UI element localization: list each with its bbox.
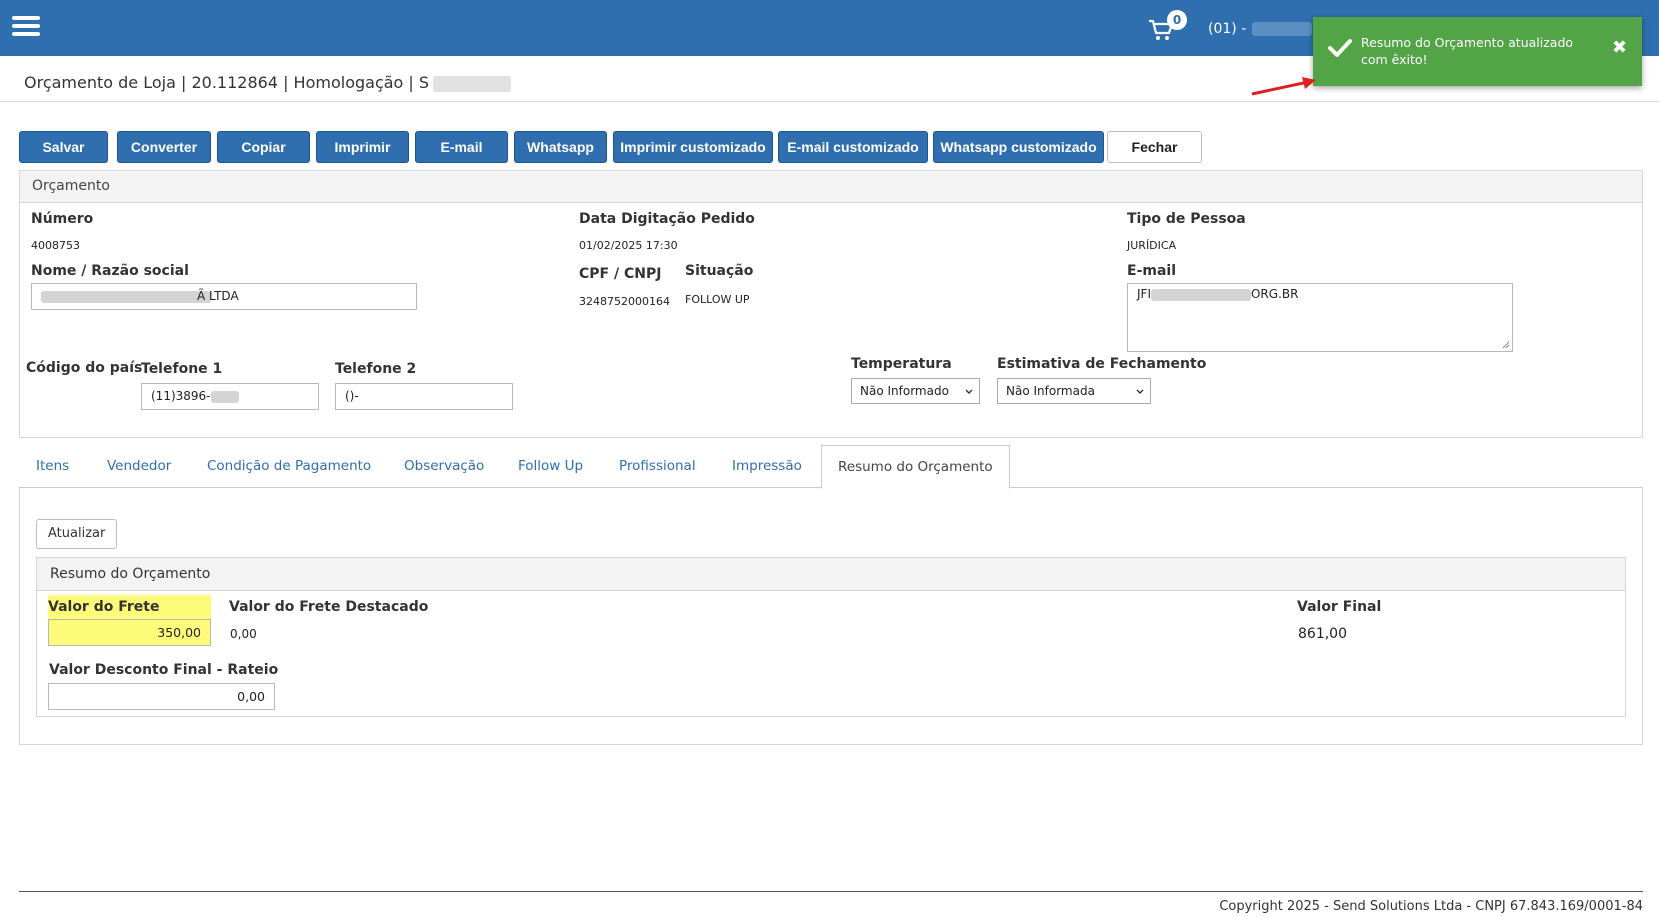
hamburger-menu-icon[interactable] [12, 16, 40, 38]
valor-desconto-input[interactable]: 0,00 [48, 683, 275, 710]
redacted-email [1150, 288, 1251, 301]
tab-impressao[interactable]: Impressão [732, 445, 802, 488]
cart-count-badge: 0 [1167, 10, 1187, 30]
temperatura-value: Não Informado [860, 384, 949, 398]
situacao-value: FOLLOW UP [685, 293, 750, 306]
resumo-tab-pane: Atualizar Resumo do Orçamento Valor do F… [19, 488, 1643, 745]
telefone2-label: Telefone 2 [335, 361, 417, 377]
page-title: Orçamento de Loja | 20.112864 | Homologa… [24, 73, 512, 92]
fechar-button[interactable]: Fechar [1107, 131, 1202, 163]
situacao-label: Situação [685, 263, 754, 279]
close-icon[interactable]: ✖ [1612, 37, 1627, 58]
tab-bar: Itens Vendedor Condição de Pagamento Obs… [19, 445, 1643, 489]
email-label: E-mail [1127, 263, 1177, 279]
resumo-panel-header: Resumo do Orçamento [37, 558, 1625, 591]
tab-follow-up[interactable]: Follow Up [518, 445, 583, 488]
redacted-user [1252, 22, 1313, 36]
imprimir-customizado-button[interactable]: Imprimir customizado [613, 131, 773, 163]
numero-value: 4008753 [31, 239, 80, 252]
data-digitacao-label: Data Digitação Pedido [579, 211, 755, 227]
cpf-cnpj-value: 3248752000164 [579, 295, 670, 308]
telefone2-input[interactable]: ()- [335, 383, 513, 410]
chevron-down-icon [1136, 389, 1144, 394]
tab-vendedor[interactable]: Vendedor [107, 445, 171, 488]
telefone1-input[interactable]: (11)3896- [141, 383, 319, 410]
estimativa-fechamento-select[interactable]: Não Informada [997, 378, 1151, 404]
redacted-title [433, 75, 512, 92]
whatsapp-button[interactable]: Whatsapp [514, 131, 607, 163]
tab-itens[interactable]: Itens [36, 445, 69, 488]
temperatura-select[interactable]: Não Informado [851, 378, 980, 404]
orcamento-panel-header: Orçamento [20, 171, 1642, 203]
orcamento-panel: Orçamento Número 4008753 Data Digitação … [19, 170, 1643, 438]
email-customizado-button[interactable]: E-mail customizado [778, 131, 928, 163]
tab-profissional[interactable]: Profissional [619, 445, 696, 488]
redacted-phone [210, 390, 239, 403]
title-bar: Orçamento de Loja | 20.112864 | Homologa… [0, 56, 1659, 102]
tipo-pessoa-label: Tipo de Pessoa [1127, 211, 1246, 227]
salvar-button[interactable]: Salvar [19, 131, 108, 163]
footer-copyright: Copyright 2025 - Send Solutions Ltda - C… [1219, 899, 1643, 914]
email-prefix: JFI [1137, 287, 1151, 301]
valor-final-label: Valor Final [1297, 599, 1382, 615]
imprimir-button[interactable]: Imprimir [316, 131, 409, 163]
estimativa-fechamento-label: Estimativa de Fechamento [997, 356, 1207, 372]
redacted-name [41, 290, 211, 303]
resumo-panel: Resumo do Orçamento Valor do Frete 350,0… [36, 557, 1626, 717]
estimativa-fechamento-value: Não Informada [1006, 384, 1095, 398]
valor-frete-destacado-label: Valor do Frete Destacado [229, 599, 429, 615]
nome-razao-input[interactable]: Ã LTDA [31, 283, 417, 310]
valor-frete-label: Valor do Frete [48, 595, 211, 619]
footer-divider [19, 891, 1643, 892]
email-textarea[interactable]: JFI ORG.BR [1127, 283, 1513, 352]
nome-razao-value: LTDA [209, 289, 239, 303]
valor-frete-destacado-value: 0,00 [230, 627, 257, 641]
copiar-button[interactable]: Copiar [217, 131, 310, 163]
atualizar-button[interactable]: Atualizar [36, 519, 118, 549]
valor-desconto-label: Valor Desconto Final - Rateio [49, 662, 279, 678]
codigo-pais-label: Código do país [26, 360, 143, 376]
telefone1-label: Telefone 1 [141, 361, 223, 377]
resize-handle-icon[interactable] [1502, 341, 1510, 349]
valor-final-value: 861,00 [1298, 626, 1347, 642]
page-title-text: Orçamento de Loja | 20.112864 | Homologa… [24, 73, 430, 92]
user-info[interactable]: (01) - 1/ [1208, 21, 1330, 37]
converter-button[interactable]: Converter [117, 131, 211, 163]
tipo-pessoa-value: JURÍDICA [1127, 239, 1177, 252]
temperatura-label: Temperatura [851, 356, 952, 372]
tab-resumo-orcamento[interactable]: Resumo do Orçamento [821, 445, 1010, 489]
email-button[interactable]: E-mail [415, 131, 508, 163]
numero-label: Número [31, 211, 94, 227]
cpf-cnpj-label: CPF / CNPJ [579, 266, 662, 282]
nome-accent: Ã [197, 289, 206, 303]
data-digitacao-value: 01/02/2025 17:30 [579, 239, 678, 252]
tab-observacao[interactable]: Observação [404, 445, 484, 488]
tab-condicao-pagamento[interactable]: Condição de Pagamento [207, 445, 371, 488]
valor-frete-input[interactable]: 350,00 [48, 619, 211, 646]
user-text: (01) - [1208, 21, 1247, 37]
whatsapp-customizado-button[interactable]: Whatsapp customizado [933, 131, 1104, 163]
email-suffix: ORG.BR [1250, 287, 1299, 301]
telefone1-value: (11)3896- [151, 389, 211, 403]
nome-razao-label: Nome / Razão social [31, 263, 189, 279]
chevron-down-icon [965, 389, 973, 394]
